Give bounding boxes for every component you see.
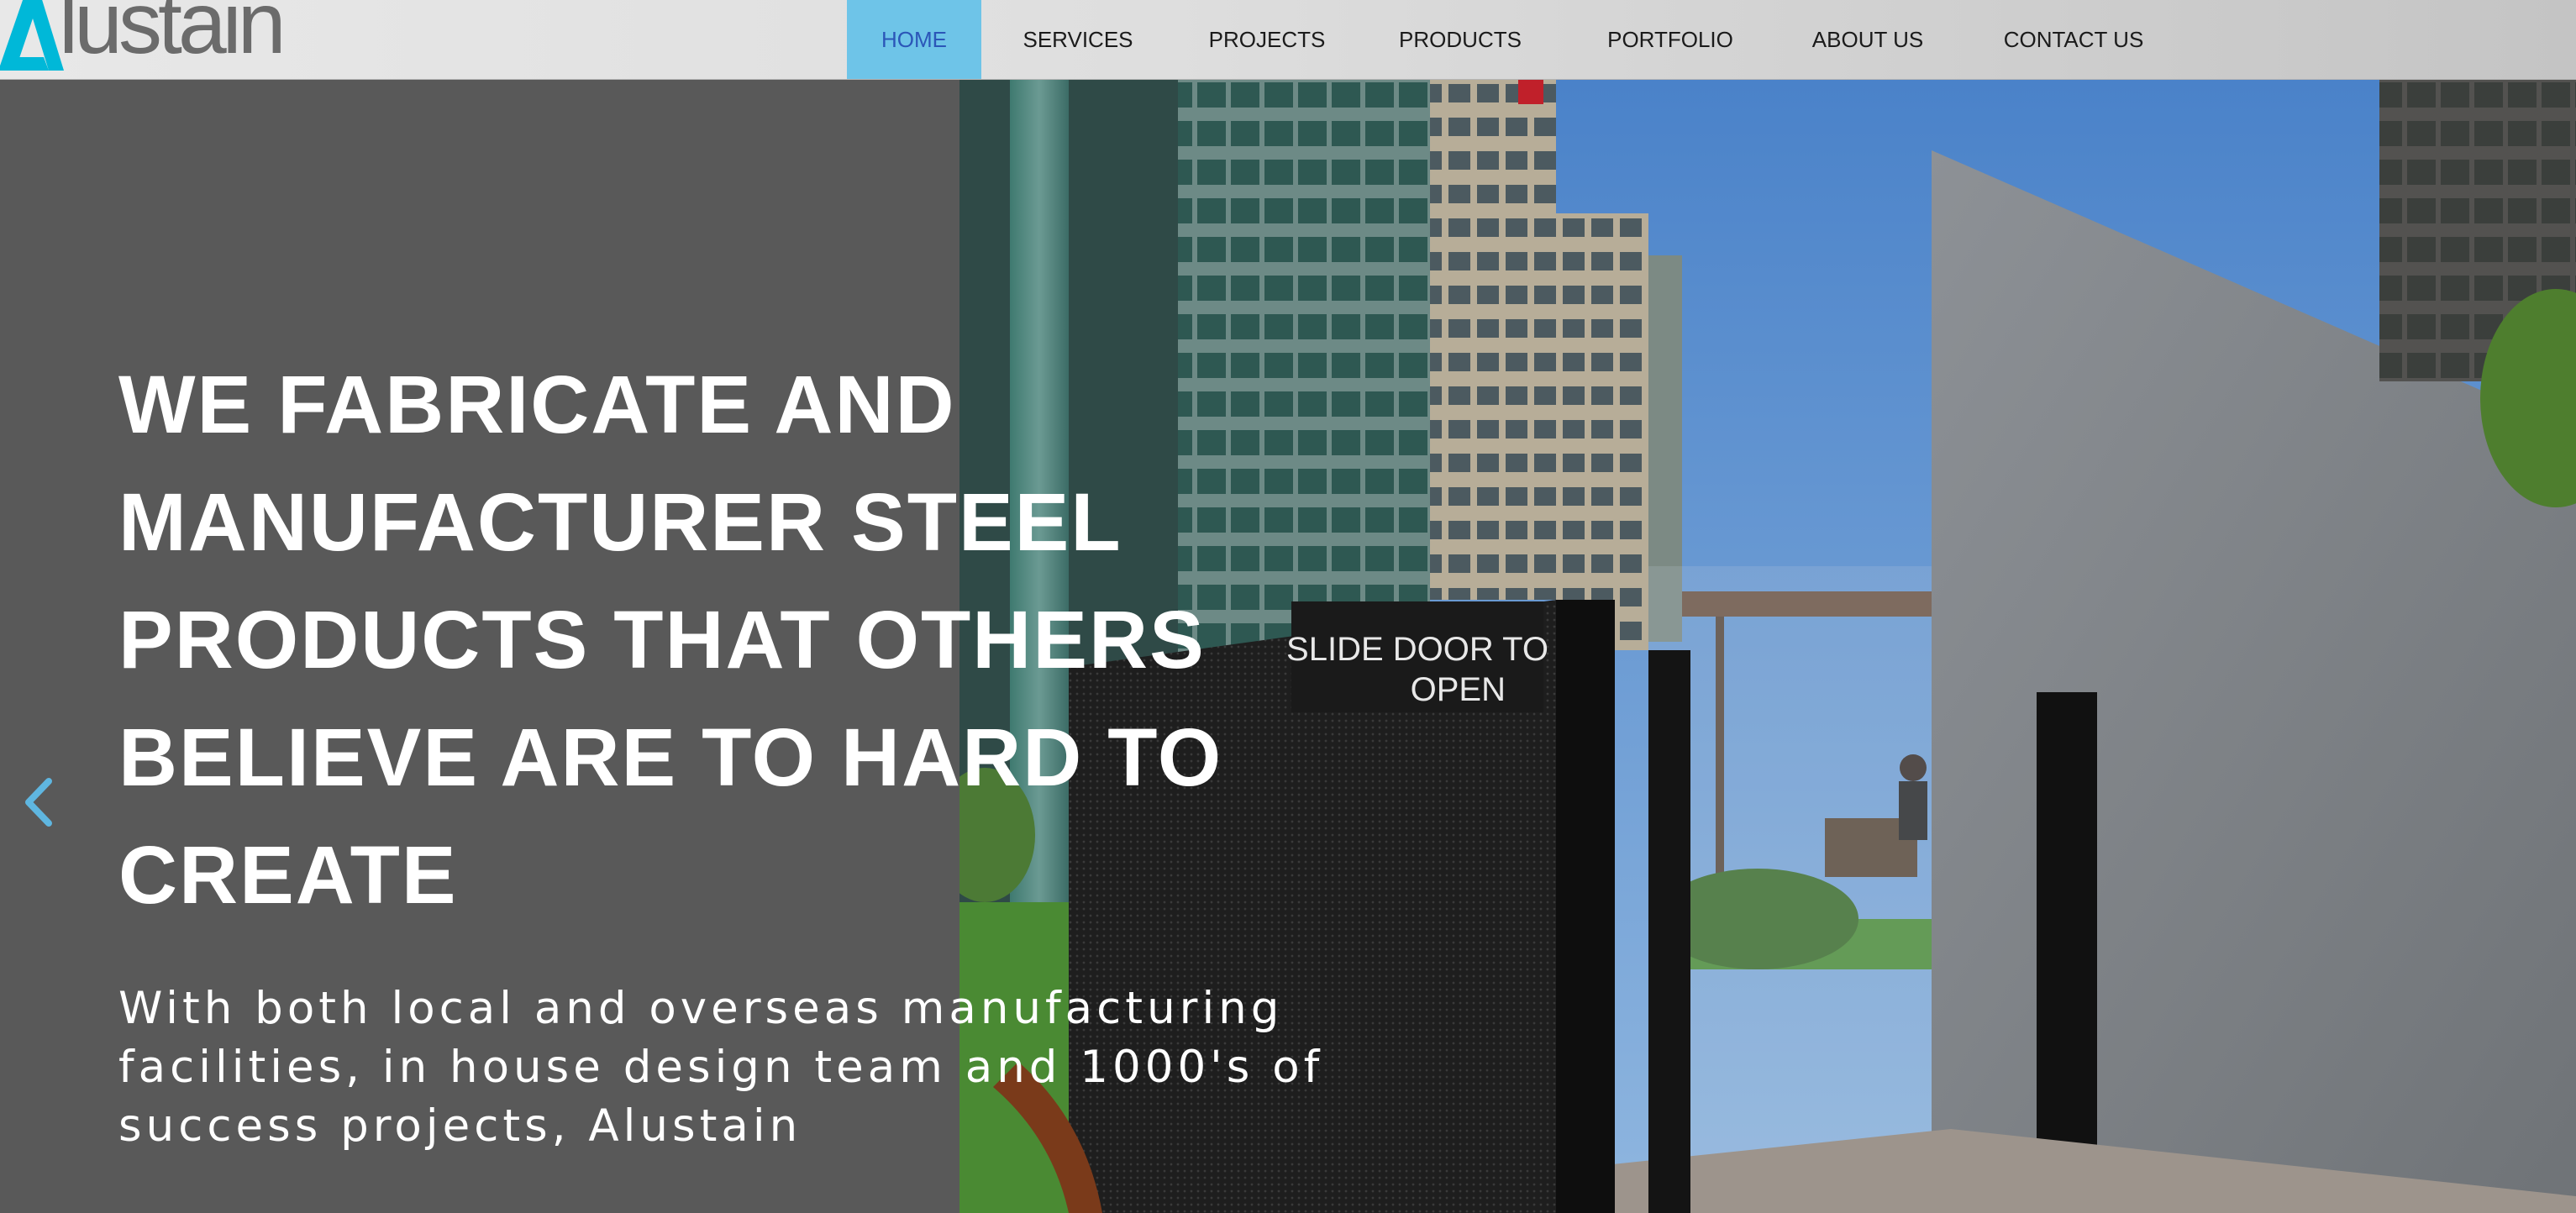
hero-subtext: With both local and overseas manufacturi… — [118, 983, 1324, 1152]
hero-slider: SLIDE DOOR TO OPEN WE FABRICATE AND MANU… — [0, 79, 2576, 1213]
nav-item-projects[interactable]: PROJECTS — [1175, 0, 1359, 79]
nav-item-products[interactable]: PRODUCTS — [1359, 0, 1561, 79]
logo-text: lustain — [59, 0, 287, 72]
logo-mark-icon — [0, 0, 64, 71]
main-nav: HOME SERVICES PROJECTS PRODUCTS PORTFOLI… — [847, 0, 2191, 79]
chevron-left-icon — [25, 778, 52, 827]
slider-prev-button[interactable] — [18, 773, 57, 832]
nav-item-services[interactable]: SERVICES — [981, 0, 1175, 79]
logo[interactable]: lustain — [0, 0, 287, 72]
hero-headline: WE FABRICATE AND MANUFACTURER STEEL PROD… — [118, 359, 1223, 921]
nav-item-about-us[interactable]: ABOUT US — [1780, 0, 1956, 79]
site-header: lustain HOME SERVICES PROJECTS PRODUCTS … — [0, 0, 2576, 80]
nav-item-portfolio[interactable]: PORTFOLIO — [1561, 0, 1780, 79]
page: lustain HOME SERVICES PROJECTS PRODUCTS … — [0, 0, 2576, 1213]
hero-caption: WE FABRICATE AND MANUFACTURER STEEL PROD… — [118, 346, 1446, 1156]
nav-item-contact-us[interactable]: CONTACT US — [1956, 0, 2191, 79]
nav-item-home[interactable]: HOME — [847, 0, 981, 79]
